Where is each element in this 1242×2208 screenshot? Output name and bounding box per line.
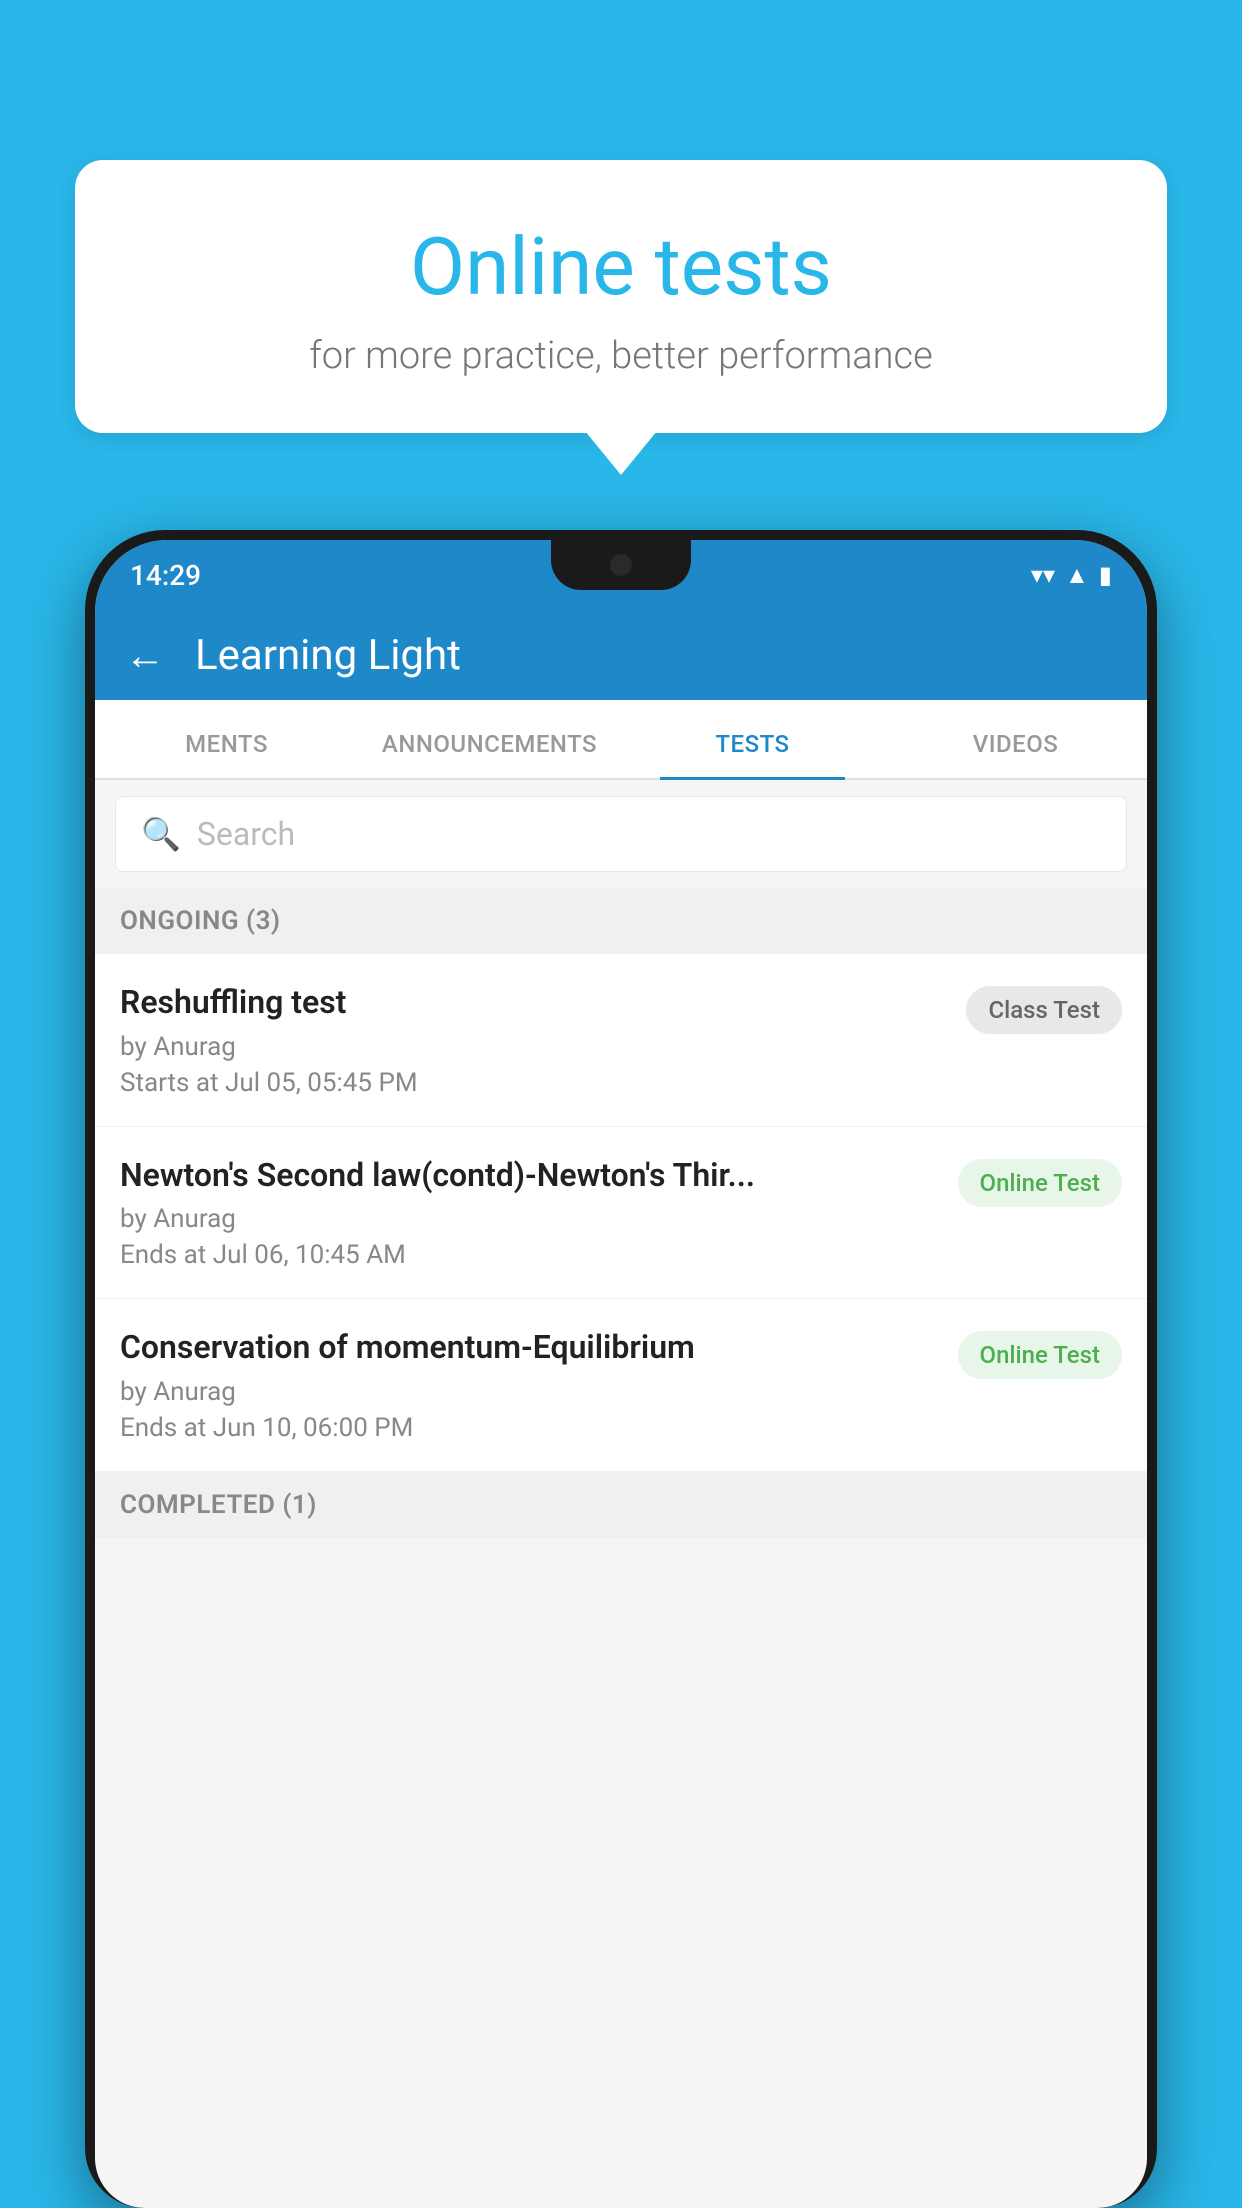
speech-bubble: Online tests for more practice, better p…	[75, 160, 1167, 433]
test-time: Starts at Jul 05, 05:45 PM	[120, 1068, 950, 1098]
test-item[interactable]: Conservation of momentum-Equilibrium by …	[95, 1299, 1147, 1472]
ongoing-section-header: ONGOING (3)	[95, 888, 1147, 954]
completed-section-header: COMPLETED (1)	[95, 1472, 1147, 1538]
test-badge-class: Class Test	[966, 986, 1122, 1034]
phone-screen: 14:29 ▾▾ ▲ ▮ ← Learning Light MENTS ANNO…	[95, 540, 1147, 2208]
camera	[610, 554, 632, 576]
test-time: Ends at Jun 10, 06:00 PM	[120, 1413, 942, 1443]
test-badge-online: Online Test	[958, 1159, 1122, 1207]
test-info: Reshuffling test by Anurag Starts at Jul…	[120, 982, 950, 1098]
status-bar: 14:29 ▾▾ ▲ ▮	[95, 540, 1147, 610]
test-item[interactable]: Reshuffling test by Anurag Starts at Jul…	[95, 954, 1147, 1127]
wifi-icon: ▾▾	[1031, 561, 1055, 589]
bubble-subtitle: for more practice, better performance	[125, 334, 1117, 378]
test-info: Newton's Second law(contd)-Newton's Thir…	[120, 1155, 942, 1271]
test-badge-online: Online Test	[958, 1331, 1122, 1379]
app-title: Learning Light	[195, 631, 461, 680]
search-bar[interactable]: 🔍 Search	[115, 796, 1127, 872]
search-bar-container: 🔍 Search	[95, 780, 1147, 888]
test-info: Conservation of momentum-Equilibrium by …	[120, 1327, 942, 1443]
notch	[551, 540, 691, 590]
phone-frame: 14:29 ▾▾ ▲ ▮ ← Learning Light MENTS ANNO…	[85, 530, 1157, 2208]
bubble-title: Online tests	[125, 220, 1117, 314]
tab-announcements[interactable]: ANNOUNCEMENTS	[358, 710, 621, 778]
battery-icon: ▮	[1099, 561, 1112, 589]
back-button[interactable]: ←	[125, 632, 165, 679]
test-item[interactable]: Newton's Second law(contd)-Newton's Thir…	[95, 1127, 1147, 1300]
test-time: Ends at Jul 06, 10:45 AM	[120, 1240, 942, 1270]
tab-tests[interactable]: TESTS	[621, 710, 884, 778]
signal-icon: ▲	[1065, 561, 1089, 590]
status-time: 14:29	[130, 559, 201, 592]
status-icons: ▾▾ ▲ ▮	[1031, 561, 1112, 590]
tabs-bar: MENTS ANNOUNCEMENTS TESTS VIDEOS	[95, 700, 1147, 780]
test-by: by Anurag	[120, 1377, 942, 1407]
test-name: Reshuffling test	[120, 982, 950, 1024]
test-name: Newton's Second law(contd)-Newton's Thir…	[120, 1155, 942, 1197]
test-by: by Anurag	[120, 1204, 942, 1234]
app-header: ← Learning Light	[95, 610, 1147, 700]
search-input[interactable]: Search	[197, 815, 295, 853]
tab-ments[interactable]: MENTS	[95, 710, 358, 778]
test-by: by Anurag	[120, 1032, 950, 1062]
search-icon: 🔍	[141, 815, 181, 853]
test-list: Reshuffling test by Anurag Starts at Jul…	[95, 954, 1147, 1472]
tab-videos[interactable]: VIDEOS	[884, 710, 1147, 778]
test-name: Conservation of momentum-Equilibrium	[120, 1327, 942, 1369]
